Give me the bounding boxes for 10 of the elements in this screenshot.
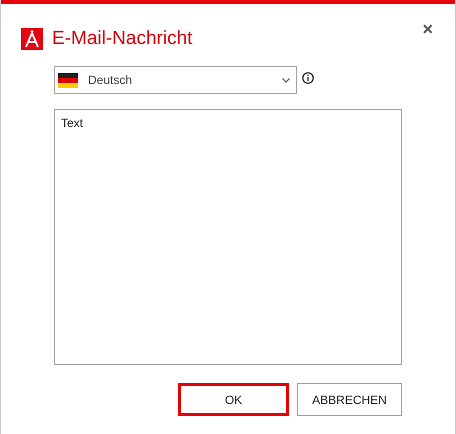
ok-button[interactable]: OK	[178, 383, 289, 416]
chevron-icon	[282, 78, 290, 82]
message-field[interactable]: Text	[54, 109, 402, 365]
language-dropdown[interactable]: Deutsch	[54, 66, 297, 94]
logo-icon	[21, 28, 43, 50]
close-button[interactable]: ×	[418, 20, 437, 38]
info-icon[interactable]	[302, 72, 314, 84]
cancel-button[interactable]: ABBRECHEN	[297, 383, 402, 416]
window-title: E-Mail-Nachricht	[52, 28, 194, 50]
flag-icon	[58, 72, 78, 88]
